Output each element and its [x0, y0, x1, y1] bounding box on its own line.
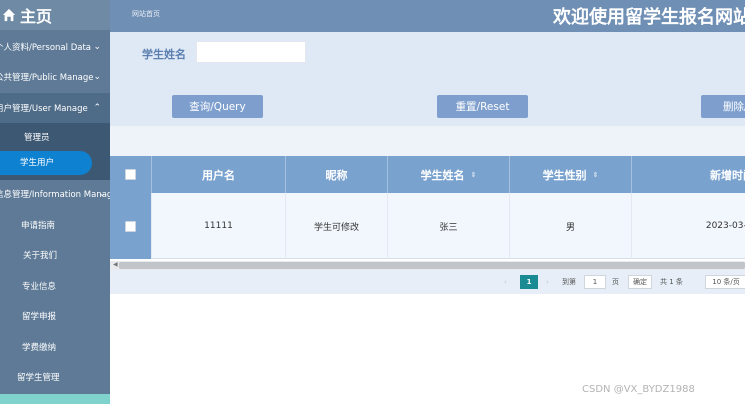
total-count: 共 1 条 — [660, 278, 683, 286]
select-all-checkbox[interactable] — [125, 169, 136, 180]
sidebar-menu-label: 信息管理/Information Manage — [0, 190, 110, 200]
student-name-input[interactable] — [196, 41, 306, 63]
column-header-label: 用户名 — [202, 168, 235, 182]
goto-confirm-button[interactable]: 确定 — [628, 275, 652, 289]
page-title: 欢迎使用留学生报名网站 — [553, 7, 745, 28]
sidebar-menu-personal-data[interactable]: 个人资料/Personal Data ⌄ — [0, 32, 110, 62]
sidebar-menu-label: 个人资料/Personal Data — [0, 43, 91, 53]
chevron-down-icon: ⌄ — [93, 72, 101, 82]
reset-button[interactable]: 重置/Reset — [437, 95, 528, 118]
sidebar-home[interactable]: 主页 — [0, 0, 110, 30]
sort-icon[interactable]: ⇕ — [471, 171, 477, 179]
sidebar-menu-label: 用户管理/User Manage — [0, 104, 88, 114]
column-header-student-name[interactable]: 学生姓名 ⇕ — [388, 156, 510, 193]
sidebar: 主页 个人资料/Personal Data ⌄ 公共管理/Public Mana… — [0, 0, 110, 404]
cell-nickname: 学生可修改 — [286, 193, 388, 259]
sidebar-item-student-manage[interactable]: 留学生管理 — [0, 371, 110, 383]
watermark: CSDN @VX_BYDZ1988 — [582, 384, 695, 395]
home-icon — [2, 8, 16, 22]
column-header-label: 昵称 — [325, 168, 348, 182]
select-all-cell — [110, 156, 152, 193]
sidebar-item-major-info[interactable]: 专业信息 — [0, 280, 110, 292]
toolbar-spacer — [110, 126, 745, 156]
column-header-label: 学生姓名 — [420, 168, 465, 182]
breadcrumb[interactable]: 网站首页 — [132, 9, 160, 19]
sidebar-menu-public-manage[interactable]: 公共管理/Public Manage ⌄ — [0, 62, 110, 92]
user-manage-submenu: 管理员 学生用户 — [0, 123, 110, 180]
sidebar-bottom-strip — [0, 394, 110, 404]
sidebar-item-tuition-payment[interactable]: 学费缴纳 — [0, 341, 110, 353]
column-header-label: 学生性别 — [542, 168, 587, 182]
cell-username: 11111 — [152, 193, 286, 259]
column-header-label: 新增时间 — [710, 168, 745, 182]
chevron-up-icon: ⌃ — [93, 103, 101, 113]
chevron-down-icon: ⌄ — [93, 42, 101, 52]
page-unit-label: 页 — [612, 278, 619, 286]
sidebar-item-admin[interactable]: 管理员 — [0, 131, 110, 143]
next-page-icon[interactable]: › — [546, 275, 549, 289]
sidebar-item-about-us[interactable]: 关于我们 — [0, 249, 110, 261]
goto-label: 到第 — [562, 278, 576, 286]
page-size-select[interactable]: 10 条/页 — [705, 275, 745, 289]
cell-student-name: 张三 — [388, 193, 510, 259]
sidebar-item-study-abroad-apply[interactable]: 留学申报 — [0, 310, 110, 322]
goto-page-input[interactable]: 1 — [584, 275, 606, 289]
cell-student-gender: 男 — [510, 193, 632, 259]
pagination: ‹ 1 › 到第 1 页 确定 共 1 条 10 条/页 — [110, 270, 745, 294]
sidebar-menu-label: 公共管理/Public Manage — [0, 73, 94, 83]
cell-created-time: 2023-03-28 — [705, 221, 745, 231]
sort-icon[interactable]: ⇕ — [593, 171, 599, 179]
sidebar-home-label: 主页 — [20, 7, 53, 26]
table-row[interactable]: 11111 学生可修改 张三 男 2023-03-28 — [110, 193, 745, 259]
column-header-username: 用户名 — [152, 156, 286, 193]
column-header-nickname: 昵称 — [286, 156, 388, 193]
column-header-created-time: 新增时间 — [632, 156, 745, 193]
table-header: 用户名 昵称 学生姓名 ⇕ 学生性别 ⇕ 新增时间 — [110, 156, 745, 193]
chevron-down-icon: ⌄ — [98, 189, 106, 199]
sidebar-menu-user-manage[interactable]: 用户管理/User Manage ⌃ — [0, 93, 110, 123]
search-panel: 学生姓名 查询/Query 重置/Reset 删除/Delete — [110, 32, 745, 126]
sidebar-menu-information-manage[interactable]: 信息管理/Information Manage ⌄ — [0, 180, 110, 208]
sidebar-item-apply-guide[interactable]: 申请指南 — [0, 219, 110, 231]
sidebar-item-student-users[interactable]: 学生用户 — [0, 151, 92, 175]
top-header: 网站首页 欢迎使用留学生报名网站 — [110, 0, 745, 32]
column-header-student-gender[interactable]: 学生性别 ⇕ — [510, 156, 632, 193]
horizontal-scrollbar[interactable]: ◀ — [110, 261, 745, 270]
scroll-left-icon[interactable]: ◀ — [113, 261, 118, 268]
student-name-label: 学生姓名 — [142, 48, 186, 61]
page-number-current[interactable]: 1 — [520, 275, 538, 289]
row-select-cell — [110, 193, 152, 259]
query-button[interactable]: 查询/Query — [172, 95, 263, 118]
row-checkbox[interactable] — [125, 220, 136, 232]
prev-page-icon[interactable]: ‹ — [504, 275, 507, 289]
app-root: 主页 个人资料/Personal Data ⌄ 公共管理/Public Mana… — [0, 0, 745, 404]
scrollbar-thumb[interactable] — [119, 262, 745, 269]
delete-button[interactable]: 删除/Delete — [701, 95, 745, 118]
